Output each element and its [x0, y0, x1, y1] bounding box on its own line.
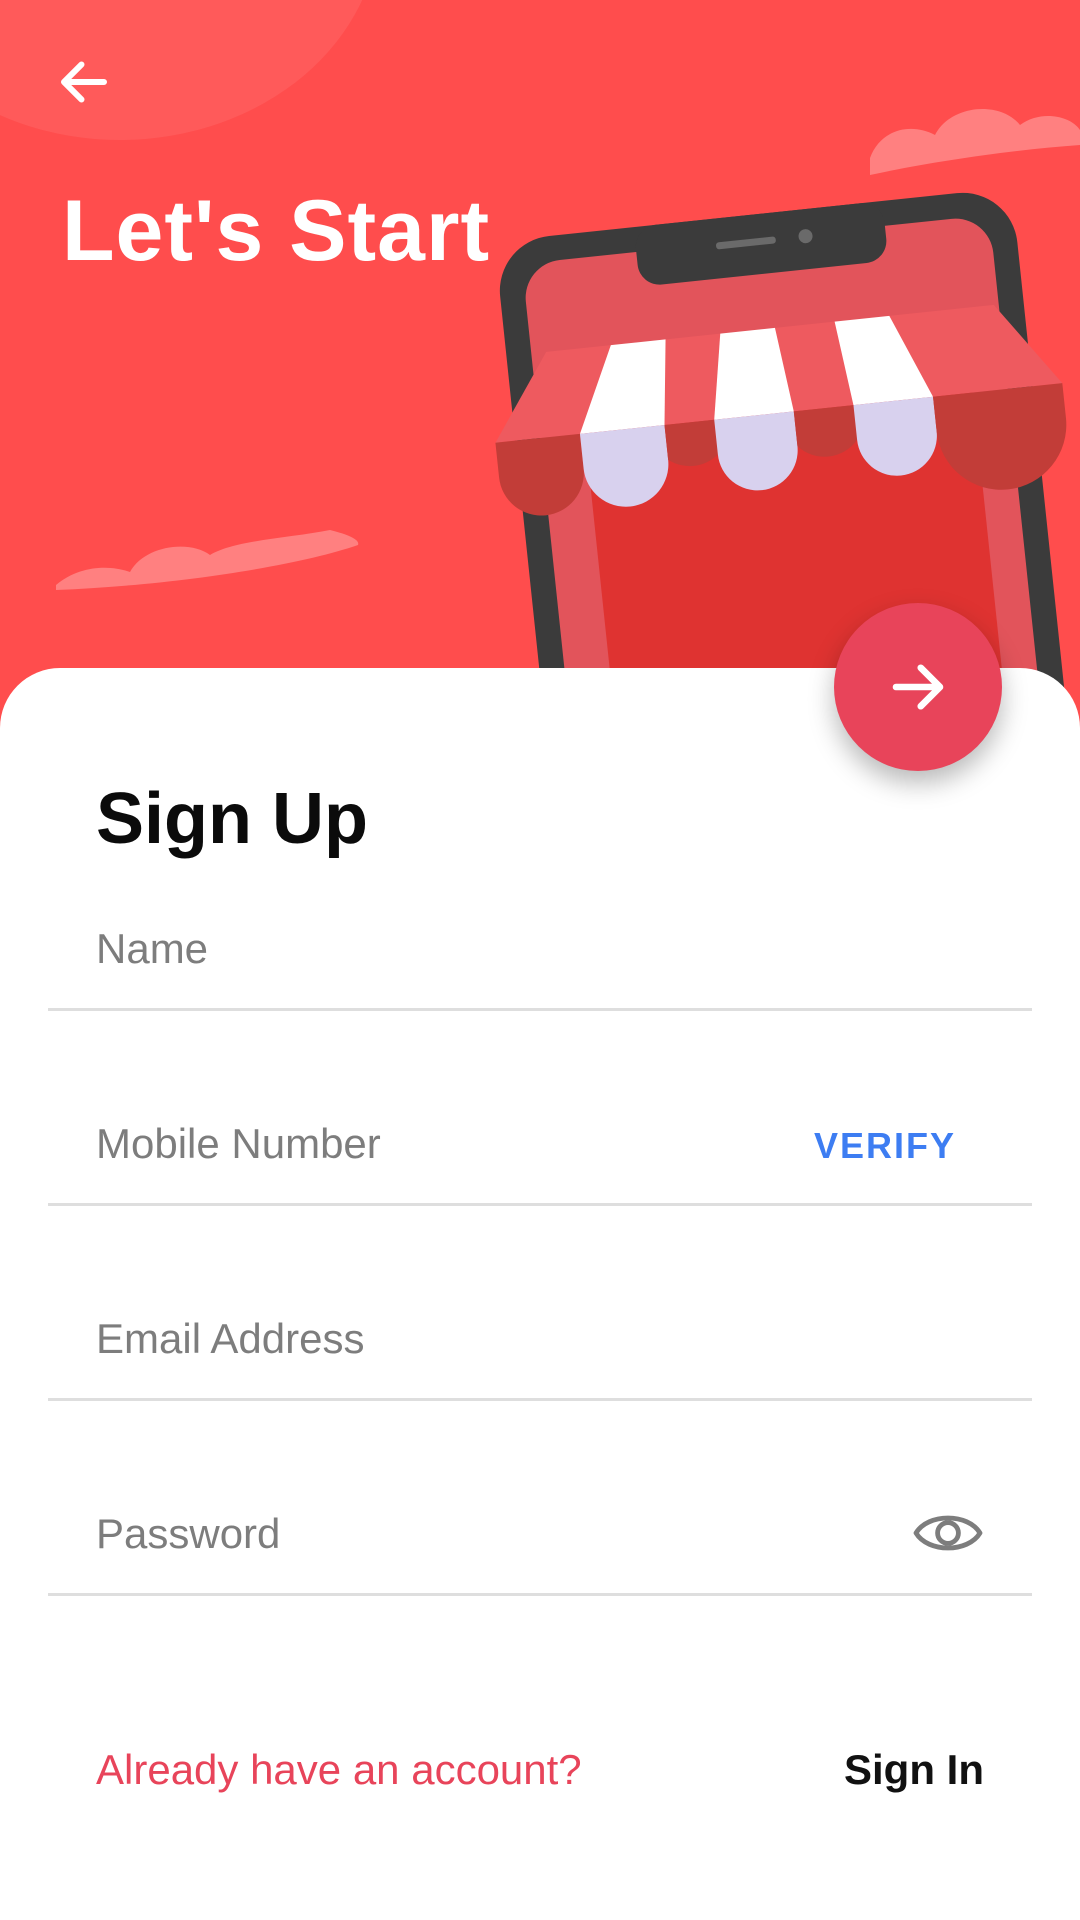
signup-card: Sign Up VERIFY Already have an account? … — [0, 668, 1080, 1920]
signin-prompt-row: Already have an account? Sign In — [96, 1746, 984, 1806]
page-title: Let's Start — [62, 183, 491, 279]
next-button[interactable] — [834, 603, 1002, 771]
name-field — [48, 888, 1032, 1011]
email-input[interactable] — [96, 1304, 796, 1374]
password-field — [48, 1473, 1032, 1596]
sign-in-link[interactable]: Sign In — [844, 1746, 984, 1794]
back-button[interactable] — [46, 44, 122, 120]
arrow-left-icon — [61, 61, 107, 103]
form-title: Sign Up — [96, 779, 368, 859]
arrow-right-icon — [892, 664, 944, 710]
verify-button[interactable]: VERIFY — [814, 1125, 956, 1167]
mobile-number-input[interactable] — [96, 1109, 796, 1179]
cloud-top-right — [870, 108, 1080, 175]
cloud-left — [56, 530, 359, 590]
already-have-account-text: Already have an account? — [96, 1746, 582, 1793]
mobile-field: VERIFY — [48, 1083, 1032, 1206]
eye-icon — [913, 1515, 983, 1551]
show-password-toggle[interactable] — [912, 1505, 984, 1561]
password-input[interactable] — [96, 1499, 796, 1569]
email-field — [48, 1278, 1032, 1401]
name-input[interactable] — [96, 914, 796, 984]
